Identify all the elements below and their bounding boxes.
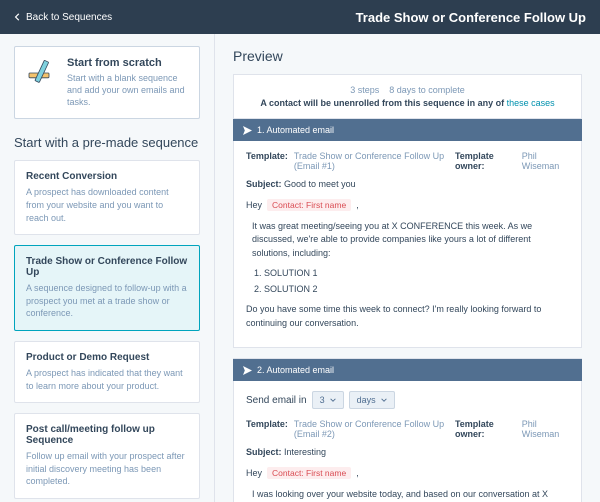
page-title: Trade Show or Conference Follow Up: [356, 10, 586, 25]
days-count: 8 days to complete: [389, 85, 465, 95]
step1-li1: SOLUTION 1: [264, 267, 569, 281]
step2-email-body: Hey Contact: First name , I was looking …: [246, 467, 569, 502]
delay-value-dropdown[interactable]: 3: [312, 391, 344, 409]
left-panel: Start from scratch Start with a blank se…: [0, 34, 215, 502]
delay-value: 3: [320, 395, 325, 405]
step1-email-body: Hey Contact: First name , It was great m…: [246, 199, 569, 330]
step1-li2: SOLUTION 2: [264, 283, 569, 297]
template-card-trade-show[interactable]: Trade Show or Conference Follow Up A seq…: [14, 245, 200, 331]
step1-header-label: 1. Automated email: [257, 125, 334, 135]
template-label: Template:: [246, 419, 288, 439]
card-title: Post call/meeting follow up Sequence: [26, 424, 188, 446]
step1-p2: Do you have some time this week to conne…: [246, 303, 569, 330]
card-title: Recent Conversion: [26, 171, 188, 182]
start-from-scratch-card[interactable]: Start from scratch Start with a blank se…: [14, 46, 200, 119]
chevron-down-icon: [330, 397, 336, 403]
scratch-desc: Start with a blank sequence and add your…: [67, 72, 189, 108]
template-card-product-demo[interactable]: Product or Demo Request A prospect has i…: [14, 341, 200, 403]
sequence-summary: 3 steps 8 days to complete A contact wil…: [233, 74, 582, 118]
template-label: Template:: [246, 151, 288, 171]
unenroll-cases-link[interactable]: these cases: [507, 98, 555, 108]
step2-body: Send email in 3 days Template: Trade Show…: [233, 381, 582, 502]
step1-header[interactable]: 1. Automated email: [233, 118, 582, 141]
card-desc: Follow up email with your prospect after…: [26, 450, 188, 488]
template-card-recent-conversion[interactable]: Recent Conversion A prospect has downloa…: [14, 160, 200, 235]
step2-p1: I was looking over your website today, a…: [252, 488, 569, 502]
step2-template-name: Trade Show or Conference Follow Up (Emai…: [294, 419, 455, 439]
send-in-label: Send email in: [246, 395, 307, 406]
back-label: Back to Sequences: [26, 12, 112, 23]
step1-owner: Phil Wiseman: [522, 151, 569, 171]
preview-panel: Preview 3 steps 8 days to complete A con…: [215, 34, 600, 502]
card-title: Product or Demo Request: [26, 352, 188, 363]
step2-header-label: 2. Automated email: [257, 365, 334, 375]
step2-header[interactable]: 2. Automated email: [233, 358, 582, 381]
scratch-title: Start from scratch: [67, 57, 189, 69]
topbar: Back to Sequences Trade Show or Conferen…: [0, 0, 600, 34]
main-content: Start from scratch Start with a blank se…: [0, 34, 600, 502]
back-to-sequences-link[interactable]: Back to Sequences: [14, 12, 112, 23]
chevron-left-icon: [14, 13, 22, 21]
step2-subject: Interesting: [284, 447, 326, 457]
delay-unit-dropdown[interactable]: days: [349, 391, 395, 409]
preview-title: Preview: [233, 48, 582, 64]
unenroll-text: A contact will be unenrolled from this s…: [260, 98, 504, 108]
card-desc: A prospect has indicated that they want …: [26, 367, 188, 392]
greeting: Hey: [246, 468, 262, 478]
subject-label: Subject:: [246, 179, 282, 189]
send-icon: [243, 126, 252, 135]
subject-label: Subject:: [246, 447, 282, 457]
steps-count: 3 steps: [350, 85, 379, 95]
pencil-ruler-icon: [25, 57, 57, 89]
card-desc: A prospect has downloaded content from y…: [26, 186, 188, 224]
firstname-token: Contact: First name: [267, 199, 351, 211]
card-desc: A sequence designed to follow-up with a …: [26, 282, 188, 320]
delay-unit: days: [357, 395, 376, 405]
template-card-post-call[interactable]: Post call/meeting follow up Sequence Fol…: [14, 413, 200, 499]
owner-label: Template owner:: [455, 419, 516, 439]
step1-template-name: Trade Show or Conference Follow Up (Emai…: [294, 151, 455, 171]
step1-body: Template: Trade Show or Conference Follow…: [233, 141, 582, 348]
step1-p1: It was great meeting/seeing you at X CON…: [252, 220, 569, 261]
greeting: Hey: [246, 200, 262, 210]
owner-label: Template owner:: [455, 151, 516, 171]
step1-subject: Good to meet you: [284, 179, 356, 189]
premade-section-title: Start with a pre-made sequence: [14, 135, 200, 150]
chevron-down-icon: [381, 397, 387, 403]
send-icon: [243, 366, 252, 375]
step2-owner: Phil Wiseman: [522, 419, 569, 439]
firstname-token: Contact: First name: [267, 467, 351, 479]
card-title: Trade Show or Conference Follow Up: [26, 256, 188, 278]
